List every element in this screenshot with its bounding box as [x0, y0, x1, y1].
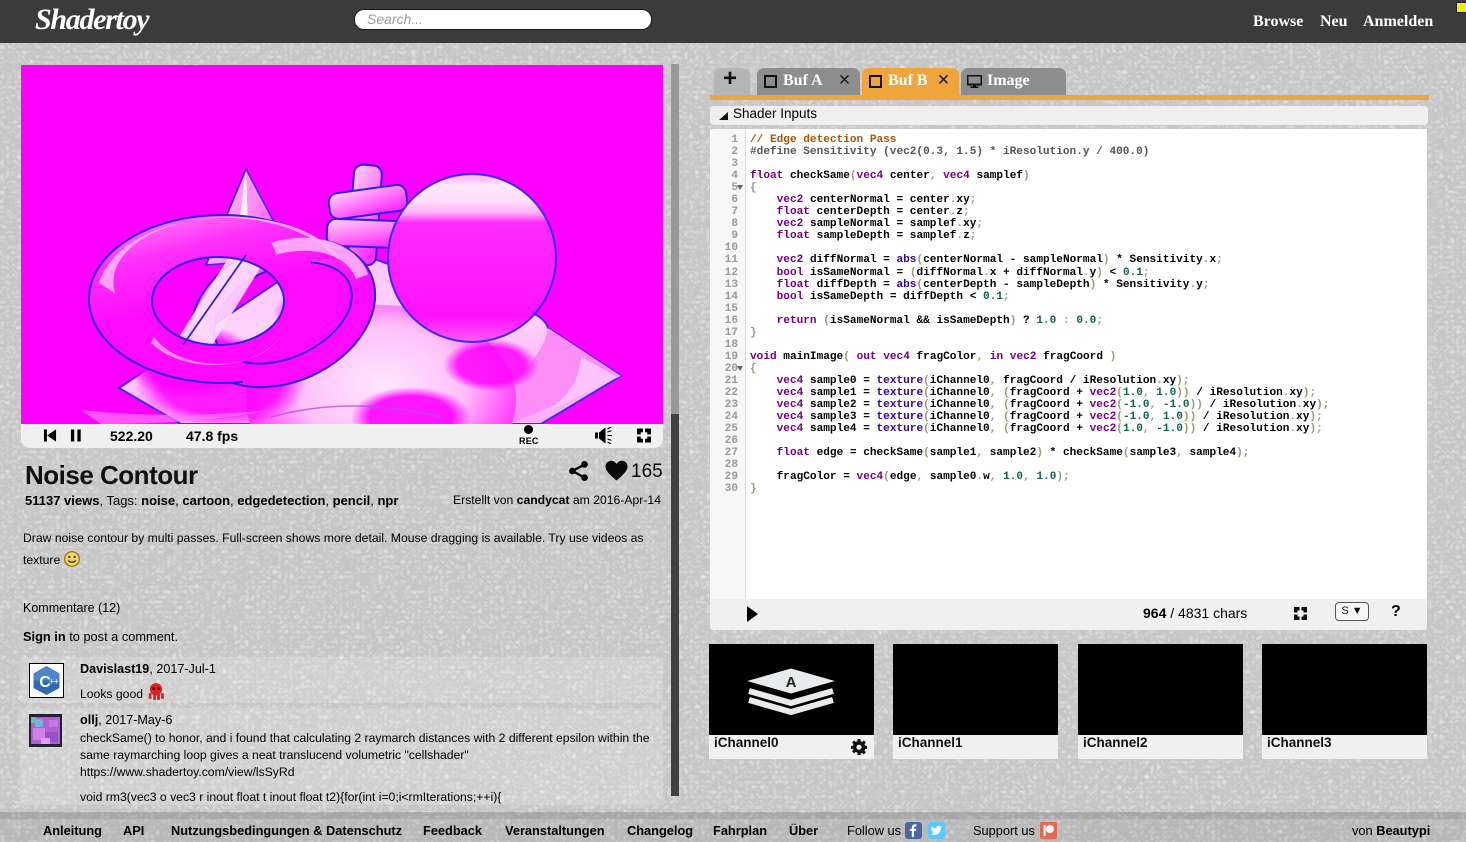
- svg-text:A: A: [786, 674, 797, 691]
- svg-text:++: ++: [49, 677, 59, 686]
